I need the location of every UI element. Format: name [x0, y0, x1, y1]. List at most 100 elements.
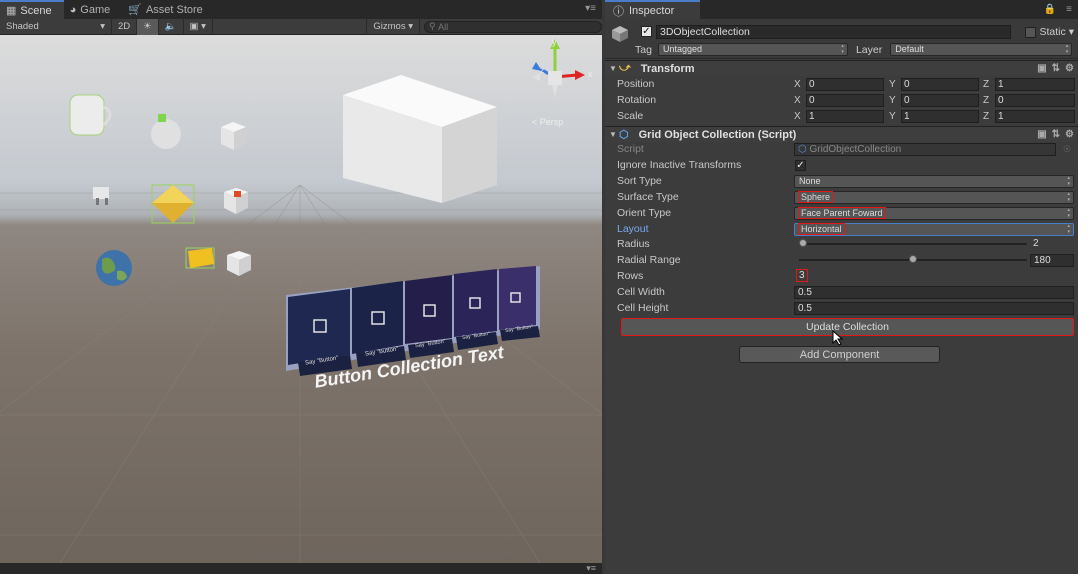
animal-model[interactable] [93, 187, 109, 205]
tab-inspector[interactable]: ⓘ Inspector [605, 0, 700, 19]
lighting-toggle[interactable]: ☀ [137, 18, 159, 35]
audio-toggle[interactable]: 🔈 [159, 18, 184, 35]
ignore-inactive-row: Ignore Inactive Transforms ✓ [605, 157, 1078, 173]
shading-mode-dropdown[interactable]: Shaded ▾ [0, 18, 112, 35]
preset-icon[interactable]: ⇅ [1052, 63, 1060, 74]
book-icon[interactable]: ▣ [1037, 63, 1046, 74]
static-checkbox[interactable] [1025, 26, 1037, 38]
search-placeholder: All [438, 21, 449, 32]
soccer-ball-model[interactable] [151, 114, 181, 149]
scale-z-field[interactable]: 1 [995, 109, 1075, 123]
preset-icon[interactable]: ⇅ [1052, 129, 1060, 140]
position-y-field[interactable]: 0 [901, 77, 979, 91]
rotation-y-field[interactable]: 0 [901, 93, 979, 107]
surface-type-dropdown[interactable]: Sphere [794, 190, 1074, 204]
position-z-field[interactable]: 1 [995, 77, 1075, 91]
scale-x-field[interactable]: 1 [806, 109, 884, 123]
foldout-arrow-icon[interactable]: ▼ [609, 130, 619, 139]
rows-field[interactable]: 3 [794, 268, 1074, 283]
position-x-field[interactable]: 0 [806, 77, 884, 91]
radius-slider[interactable] [799, 243, 1027, 245]
panel-menu-icon[interactable]: ≡ [1066, 4, 1072, 15]
layout-dropdown[interactable]: Horizontal [794, 222, 1074, 236]
update-collection-button[interactable]: Update Collection [621, 318, 1074, 336]
gizmo-axis-z: z [540, 65, 545, 75]
chevron-down-icon: ▾ [100, 21, 105, 32]
axis-y-label: Y [889, 94, 896, 106]
radius-field[interactable]: 2 [1030, 238, 1074, 251]
add-component-button[interactable]: Add Component [739, 346, 940, 363]
script-label: Script [617, 143, 644, 155]
sort-type-row: Sort Type None [605, 173, 1078, 189]
script-field: ⬡ GridObjectCollection [794, 142, 1056, 156]
ignore-inactive-checkbox[interactable]: ✓ [795, 159, 806, 171]
rotation-row: Rotation X0 Y0 Z0 [605, 92, 1078, 108]
scene-render [0, 39, 602, 563]
tag-dropdown[interactable]: Untagged [657, 43, 848, 56]
panel-menu-icon[interactable]: ▾≡ [586, 563, 596, 574]
layer-value: Default [895, 44, 924, 54]
sort-type-label: Sort Type [617, 175, 662, 187]
radial-range-label: Radial Range [617, 254, 681, 266]
script-row: Script ⬡ GridObjectCollection ☉ [605, 141, 1078, 157]
sort-type-dropdown[interactable]: None [794, 174, 1074, 188]
active-checkbox[interactable]: ✓ [641, 26, 652, 37]
surface-type-value: Sphere [797, 190, 834, 203]
scale-label: Scale [617, 110, 644, 122]
rotation-x-field[interactable]: 0 [806, 93, 884, 107]
scene-search-input[interactable]: ⚲ All [424, 20, 602, 33]
cup-model[interactable] [69, 94, 112, 136]
radial-range-row: Radial Range 180 [605, 252, 1078, 268]
gem-model[interactable] [151, 184, 195, 224]
tab-asset-store[interactable]: 🛒 Asset Store [122, 0, 215, 19]
rows-row: Rows 3 [605, 268, 1078, 284]
large-cube[interactable] [343, 75, 497, 203]
cheese-model[interactable] [185, 247, 215, 269]
small-cube-3[interactable] [227, 251, 251, 276]
earth-model[interactable] [96, 250, 132, 286]
lock-icon[interactable]: 🔒 [1044, 4, 1056, 15]
perspective-label[interactable]: < Persp [532, 117, 563, 127]
radius-slider-handle[interactable] [799, 239, 807, 247]
transform-header[interactable]: ▼ ⤻ Transform ▣ ⇅ ⚙ [605, 60, 1078, 76]
scale-y-field[interactable]: 1 [901, 109, 979, 123]
inspector-tabbar: ⓘ Inspector 🔒 ≡ [605, 0, 1078, 19]
scene-viewport[interactable]: Button Collection Text Say "Button" Say … [0, 35, 602, 563]
foldout-arrow-icon[interactable]: ▼ [609, 64, 619, 73]
orient-type-label: Orient Type [617, 207, 672, 219]
effects-dropdown[interactable]: ▣ ▾ [184, 18, 213, 35]
layout-row: Layout Horizontal [605, 221, 1078, 237]
axis-x-label: X [794, 78, 801, 90]
sun-icon: ☀ [143, 21, 152, 32]
radial-range-field[interactable]: 180 [1030, 253, 1074, 267]
grid-collection-header[interactable]: ▼ ⬡ Grid Object Collection (Script) ▣ ⇅ ⚙ [605, 126, 1078, 142]
gear-icon[interactable]: ⚙ [1065, 63, 1074, 74]
book-icon[interactable]: ▣ [1037, 129, 1046, 140]
static-label: Static [1039, 26, 1066, 38]
gear-icon[interactable]: ⚙ [1065, 129, 1074, 140]
rotation-z-field[interactable]: 0 [995, 93, 1075, 107]
target-icon[interactable]: ☉ [1063, 144, 1071, 155]
radial-range-slider-handle[interactable] [909, 255, 917, 263]
tab-scene[interactable]: ▦ Scene [0, 0, 64, 19]
radius-label: Radius [617, 238, 650, 250]
cell-height-field[interactable]: 0.5 [794, 301, 1074, 315]
sort-type-value: None [799, 175, 821, 186]
small-cube-1[interactable] [221, 122, 246, 150]
static-toggle[interactable]: Static ▾ [1025, 26, 1074, 38]
tab-inspector-label: Inspector [629, 4, 675, 17]
cell-width-field[interactable]: 0.5 [794, 285, 1074, 299]
panel-menu-icon[interactable]: ▾≡ [585, 3, 596, 14]
toggle-2d-button[interactable]: 2D [112, 18, 138, 35]
position-label: Position [617, 78, 655, 90]
chevron-down-icon: ▾ [1068, 26, 1074, 38]
orient-type-value: Face Parent Foward [798, 206, 886, 219]
gizmos-dropdown[interactable]: Gizmos ▾ [366, 18, 420, 35]
orient-type-dropdown[interactable]: Face Parent Foward [794, 206, 1074, 220]
object-name-field[interactable]: 3DObjectCollection [656, 25, 1011, 39]
tab-game[interactable]: ◕ Game [64, 0, 123, 19]
layer-dropdown[interactable]: Default [890, 43, 1073, 56]
surface-type-label: Surface Type [617, 191, 679, 203]
store-icon: 🛒 [128, 4, 142, 16]
info-icon: ⓘ [613, 5, 624, 18]
